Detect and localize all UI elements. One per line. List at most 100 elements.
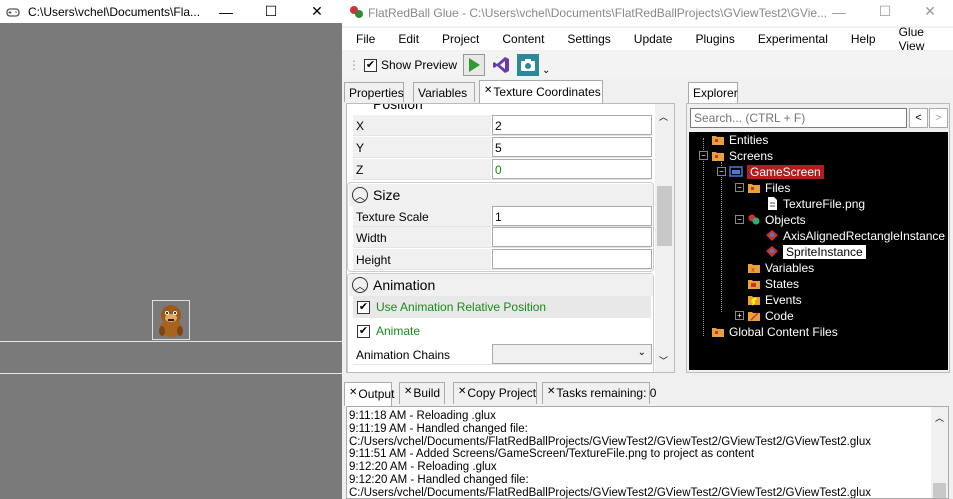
scroll-down-icon[interactable]: ﹀	[659, 354, 668, 367]
menu-settings[interactable]: Settings	[553, 32, 619, 46]
output-scrollbar[interactable]: ︿	[931, 407, 948, 498]
z-input[interactable]: 0	[492, 159, 652, 179]
minimize-button[interactable]: —	[816, 0, 862, 23]
menu-content[interactable]: Content	[488, 32, 553, 46]
width-label: Width	[353, 227, 491, 247]
scroll-thumb[interactable]	[657, 186, 672, 246]
output-log[interactable]: 9:11:18 AM - Reloading .glux 9:11:19 AM …	[346, 406, 949, 499]
explorer-search-input[interactable]	[690, 108, 907, 128]
tree-node-label: AxisAlignedRectangleInstance	[783, 228, 946, 243]
toolbar-overflow-icon[interactable]: ⌄	[542, 65, 550, 76]
tab-explorer[interactable]: Explorer	[688, 82, 738, 103]
tree-node-label: TextureFile.png	[783, 196, 866, 211]
show-preview-checkbox[interactable]: ✔	[364, 58, 377, 72]
menu-edit[interactable]: Edit	[384, 32, 428, 46]
collapse-icon[interactable]: ︿	[352, 187, 368, 203]
menu-glue-view[interactable]: Glue View	[885, 25, 953, 53]
collapse-icon[interactable]: −	[735, 183, 744, 192]
close-tab-icon[interactable]: ✕	[404, 386, 412, 397]
tree-node-states[interactable]: States	[747, 276, 799, 291]
log-line: 9:11:51 AM - Added Screens/GameScreen/Te…	[349, 448, 755, 461]
game-titlebar: C:\Users\vchel\Documents\Fla... — ☐ ✕	[0, 0, 342, 23]
glue-titlebar: FlatRedBall Glue - C:\Users\vchel\Docume…	[342, 0, 953, 26]
tab-variables[interactable]: Variables	[413, 82, 475, 102]
menu-plugins[interactable]: Plugins	[681, 32, 743, 46]
play-button[interactable]	[463, 54, 486, 76]
forward-button[interactable]: >	[929, 108, 948, 128]
game-viewport[interactable]	[0, 23, 342, 499]
animation-header-label: Animation	[373, 277, 436, 293]
property-grid-scrollbar[interactable]: ︿ ﹀	[655, 104, 674, 372]
collapse-icon[interactable]: −	[735, 215, 744, 224]
tree-node-axis-aligned-rectangle[interactable]: AxisAlignedRectangleInstance	[765, 228, 945, 243]
tab-texture-coordinates[interactable]: ✕Texture Coordinates	[479, 80, 603, 103]
sprite-instance[interactable]	[152, 300, 190, 340]
tree-node-game-screen[interactable]: GameScreen	[729, 164, 824, 179]
animate-checkbox[interactable]: ✔	[357, 324, 370, 338]
show-preview-label: Show Preview	[381, 58, 458, 72]
tree-node-global-content-files[interactable]: Global Content Files	[711, 324, 838, 339]
file-icon	[768, 197, 777, 210]
log-line: C:/Users/vchel/Documents/FlatRedBallProj…	[349, 486, 871, 499]
expand-icon[interactable]: +	[735, 311, 744, 320]
collapse-icon[interactable]: ︿	[352, 277, 368, 293]
scroll-up-icon[interactable]: ︿	[659, 110, 668, 123]
close-button[interactable]: ✕	[294, 0, 340, 23]
tree-node-events[interactable]: Events	[747, 292, 802, 307]
tree-node-objects[interactable]: Objects	[747, 212, 806, 227]
close-tab-icon[interactable]: ✕	[458, 386, 466, 397]
x-input[interactable]: 2	[492, 115, 652, 135]
tab-build[interactable]: ✕Build	[399, 382, 445, 404]
tab-properties[interactable]: Properties	[344, 82, 404, 102]
y-input[interactable]: 5	[492, 137, 652, 157]
tab-output[interactable]: ✕Output	[344, 382, 394, 406]
property-row-width: Width	[353, 227, 652, 248]
explorer-pane: < > Entities − Screens − GameScreen −	[686, 103, 950, 373]
tree-node-entities[interactable]: Entities	[711, 132, 768, 147]
collapse-icon[interactable]: −	[717, 167, 726, 176]
tree-node-variables[interactable]: x Variables	[747, 260, 814, 275]
animation-header[interactable]: ︿ Animation	[349, 274, 653, 296]
tree-node-label: SpriteInstance	[783, 244, 866, 259]
log-line: 9:12:20 AM - Reloading .glux	[349, 461, 497, 474]
menu-project[interactable]: Project	[428, 32, 488, 46]
folder-icon	[712, 328, 724, 337]
use-animation-relative-position-row[interactable]: ✔ Use Animation Relative Position	[353, 296, 651, 318]
width-input[interactable]	[492, 227, 652, 247]
maximize-button[interactable]: ☐	[862, 0, 908, 23]
animate-row[interactable]: ✔ Animate	[353, 320, 651, 342]
scroll-thumb[interactable]	[933, 483, 946, 498]
menu-experimental[interactable]: Experimental	[744, 32, 837, 46]
back-button[interactable]: <	[909, 108, 928, 128]
texture-scale-input[interactable]: 1	[492, 206, 652, 226]
close-tab-icon[interactable]: ✕	[547, 386, 555, 397]
tree-node-code[interactable]: Code	[747, 308, 794, 323]
animation-chains-dropdown[interactable]: ⌄	[492, 344, 652, 364]
menu-update[interactable]: Update	[620, 32, 682, 46]
tree-node-texture-file[interactable]: TextureFile.png	[765, 196, 865, 211]
tree-node-screens[interactable]: Screens	[711, 148, 773, 163]
folder-icon	[748, 184, 760, 193]
tree-node-files[interactable]: Files	[747, 180, 790, 195]
open-visual-studio-button[interactable]	[490, 54, 512, 76]
tab-tasks-remaining[interactable]: ✕Tasks remaining: 0	[542, 382, 656, 404]
tab-copy-project-label: Copy Project	[467, 386, 537, 400]
glue-app-icon	[350, 6, 363, 18]
collapse-icon[interactable]: −	[699, 151, 708, 160]
height-input[interactable]	[492, 249, 652, 269]
menu-file[interactable]: File	[342, 32, 384, 46]
use-animation-relative-position-checkbox[interactable]: ✔	[357, 300, 370, 314]
maximize-button[interactable]: ☐	[248, 0, 294, 23]
close-tab-icon[interactable]: ✕	[349, 387, 357, 398]
menu-help[interactable]: Help	[837, 32, 885, 46]
minimize-button[interactable]: —	[203, 0, 249, 23]
scroll-up-icon[interactable]: ︿	[935, 411, 944, 424]
tab-copy-project[interactable]: ✕Copy Project	[453, 382, 537, 404]
size-header[interactable]: ︿ Size	[349, 184, 653, 206]
close-button[interactable]: ✕	[907, 0, 953, 23]
screenshot-button[interactable]	[517, 54, 540, 76]
close-tab-icon[interactable]: ✕	[484, 85, 492, 96]
tree-node-sprite-instance[interactable]: SpriteInstance	[765, 244, 866, 259]
tree-node-label: Objects	[765, 212, 806, 227]
property-row-y: Y 5	[353, 137, 652, 158]
